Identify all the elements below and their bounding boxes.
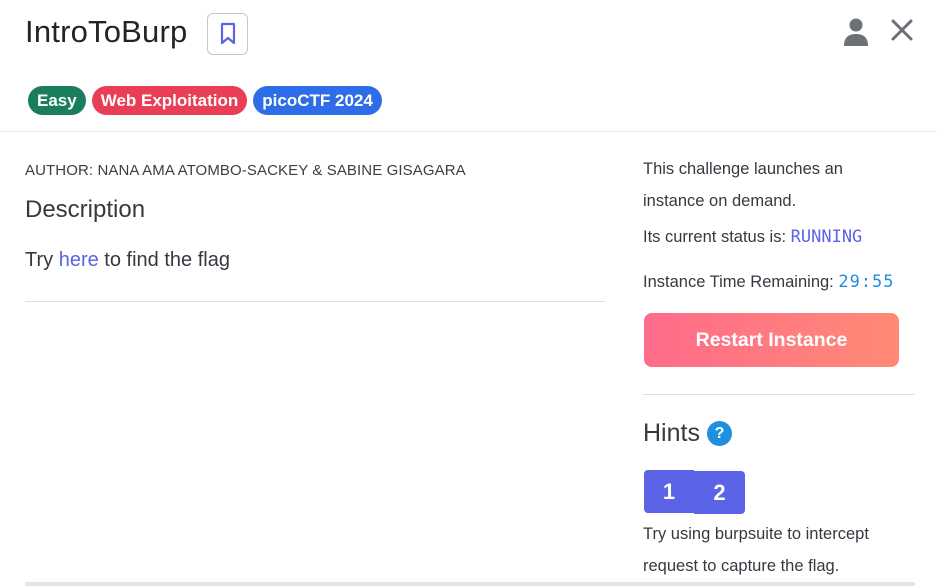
hints-title: Hints xyxy=(643,419,700,447)
divider xyxy=(643,394,915,395)
description-prefix: Try xyxy=(25,249,59,271)
event-tag[interactable]: picoCTF 2024 xyxy=(253,86,382,115)
category-tag[interactable]: Web Exploitation xyxy=(91,86,248,115)
status-label: Its current status is: xyxy=(643,228,791,246)
description-suffix: to find the flag xyxy=(98,249,230,271)
modal-header: IntroToBurp Easy Web Exploitation picoCT… xyxy=(0,0,937,132)
bookmark-icon xyxy=(220,22,235,45)
bottom-divider xyxy=(25,582,915,586)
launch-text-line2: instance on demand. xyxy=(643,192,797,210)
bookmark-button[interactable] xyxy=(207,13,248,55)
hint-text-line1: Try using burpsuite to intercept xyxy=(643,525,869,543)
status-line: Its current status is: RUNNING xyxy=(643,227,862,247)
user-button[interactable] xyxy=(843,17,869,47)
time-label: Instance Time Remaining: xyxy=(643,273,839,291)
divider xyxy=(25,301,605,302)
restart-instance-button[interactable]: Restart Instance xyxy=(644,313,899,367)
help-icon[interactable]: ? xyxy=(706,421,732,446)
time-remaining: 29:55 xyxy=(838,272,895,292)
hint-tab-2[interactable]: 2 xyxy=(694,471,745,514)
description-heading: Description xyxy=(25,196,146,223)
hint-tab-1[interactable]: 1 xyxy=(644,470,694,513)
status-value: RUNNING xyxy=(790,227,863,247)
user-icon xyxy=(844,18,868,46)
hint-text-line2: request to capture the flag. xyxy=(643,557,840,575)
hints-heading: Hints? xyxy=(643,419,732,448)
tag-list: Easy Web Exploitation picoCTF 2024 xyxy=(28,86,382,115)
description-text: Try here to find the flag xyxy=(25,249,230,272)
close-icon xyxy=(891,19,913,41)
author-line: AUTHOR: NANA AMA ATOMBO-SACKEY & SABINE … xyxy=(25,162,466,179)
challenge-link[interactable]: here xyxy=(59,249,99,271)
close-button[interactable] xyxy=(889,17,915,43)
time-line: Instance Time Remaining: 29:55 xyxy=(643,272,895,292)
difficulty-tag[interactable]: Easy xyxy=(28,86,86,115)
page-title: IntroToBurp xyxy=(25,14,188,49)
launch-text-line1: This challenge launches an xyxy=(643,160,843,178)
